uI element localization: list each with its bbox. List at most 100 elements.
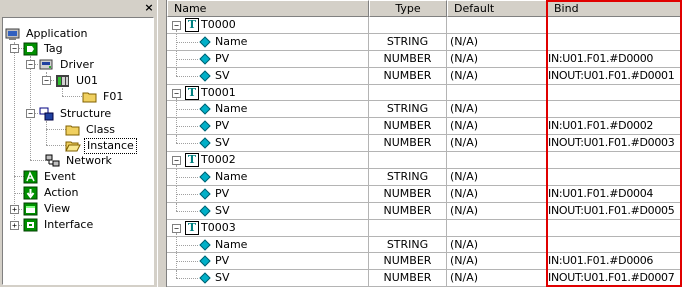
table-row[interactable]: PV NUMBER (N/A) IN:U01.F01.#D0002 [167, 118, 682, 136]
type-cell[interactable]: NUMBER [369, 50, 447, 68]
bind-cell[interactable] [547, 85, 682, 102]
tree-item-class[interactable]: Class [65, 122, 117, 138]
name-cell[interactable]: Name [167, 101, 369, 119]
table-row[interactable]: Name STRING (N/A) [167, 33, 682, 51]
bind-cell[interactable] [547, 152, 682, 170]
table-row[interactable]: SV NUMBER (N/A) INOUT:U01.F01.#D0003 [167, 135, 682, 153]
type-cell[interactable]: NUMBER [369, 253, 447, 271]
default-cell[interactable]: (N/A) [447, 67, 547, 85]
default-cell[interactable]: (N/A) [447, 169, 547, 186]
name-cell[interactable]: − T T0001 [167, 84, 369, 102]
bind-cell[interactable]: IN:U01.F01.#D0006 [547, 253, 682, 271]
bind-cell[interactable]: INOUT:U01.F01.#D0003 [547, 135, 682, 153]
bind-cell[interactable]: IN:U01.F01.#D0000 [547, 51, 682, 68]
tree-item-view[interactable]: View [23, 201, 72, 217]
column-header-name[interactable]: Name [167, 0, 369, 17]
table-row[interactable]: Name STRING (N/A) [167, 169, 682, 186]
collapse-icon[interactable]: − [172, 21, 181, 30]
default-cell[interactable]: (N/A) [447, 270, 547, 287]
collapse-icon[interactable]: − [42, 76, 51, 85]
type-cell[interactable]: NUMBER [369, 270, 447, 287]
default-cell[interactable]: (N/A) [447, 202, 547, 220]
table-row[interactable]: SV NUMBER (N/A) INOUT:U01.F01.#D0007 [167, 270, 682, 287]
name-cell[interactable]: PV [167, 253, 369, 271]
name-cell[interactable]: SV [167, 270, 369, 287]
type-cell[interactable]: NUMBER [369, 202, 447, 220]
name-cell[interactable]: SV [167, 135, 369, 153]
name-cell[interactable]: Name [167, 169, 369, 186]
collapse-icon[interactable]: − [10, 44, 19, 53]
type-cell[interactable]: STRING [369, 33, 447, 51]
tree-item-application[interactable]: Application [5, 26, 89, 42]
name-cell[interactable]: Name [167, 33, 369, 51]
bind-cell[interactable]: IN:U01.F01.#D0004 [547, 186, 682, 203]
collapse-icon[interactable]: − [172, 156, 181, 166]
tree-item-action[interactable]: Action [23, 185, 80, 201]
bind-cell[interactable] [547, 169, 682, 186]
bind-cell[interactable] [547, 220, 682, 237]
table-row[interactable]: SV NUMBER (N/A) INOUT:U01.F01.#D0001 [167, 67, 682, 85]
tree-item-interface[interactable]: Interface [23, 217, 95, 233]
group-row[interactable]: − T T0000 [167, 17, 682, 34]
bind-cell[interactable]: INOUT:U01.F01.#D0001 [547, 68, 682, 85]
table-row[interactable]: PV NUMBER (N/A) IN:U01.F01.#D0006 [167, 253, 682, 271]
table-row[interactable]: Name STRING (N/A) [167, 101, 682, 119]
table-row[interactable]: PV NUMBER (N/A) IN:U01.F01.#D0000 [167, 50, 682, 68]
project-tree[interactable]: Application − Tag − Driver − U01 F01 − S… [2, 17, 154, 285]
bind-cell[interactable]: IN:U01.F01.#D0002 [547, 118, 682, 136]
default-cell[interactable] [447, 17, 547, 34]
type-cell[interactable]: STRING [369, 169, 447, 186]
default-cell[interactable]: (N/A) [447, 118, 547, 136]
tree-item-network[interactable]: Network [45, 153, 114, 169]
name-cell[interactable]: PV [167, 185, 369, 203]
default-cell[interactable] [447, 84, 547, 102]
group-row[interactable]: − T T0001 [167, 84, 682, 102]
type-cell[interactable]: NUMBER [369, 135, 447, 153]
name-cell[interactable]: Name [167, 236, 369, 254]
group-row[interactable]: − T T0003 [167, 219, 682, 237]
name-cell[interactable]: PV [167, 118, 369, 136]
bind-cell[interactable]: INOUT:U01.F01.#D0005 [547, 203, 682, 220]
default-cell[interactable]: (N/A) [447, 50, 547, 68]
tree-item-driver[interactable]: Driver [39, 57, 96, 73]
expand-icon[interactable]: + [10, 205, 19, 214]
bind-cell[interactable] [547, 34, 682, 51]
type-cell[interactable]: STRING [369, 101, 447, 119]
default-cell[interactable]: (N/A) [447, 135, 547, 153]
column-header-bind[interactable]: Bind [547, 0, 682, 17]
type-cell[interactable] [369, 152, 447, 170]
group-row[interactable]: − T T0002 [167, 152, 682, 170]
default-cell[interactable]: (N/A) [447, 253, 547, 271]
name-cell[interactable]: SV [167, 202, 369, 220]
bind-cell[interactable] [547, 101, 682, 119]
name-cell[interactable]: SV [167, 67, 369, 85]
table-row[interactable]: SV NUMBER (N/A) INOUT:U01.F01.#D0005 [167, 202, 682, 220]
collapse-icon[interactable]: − [26, 60, 35, 69]
tree-item-structure[interactable]: Structure [39, 106, 113, 122]
type-cell[interactable]: STRING [369, 236, 447, 254]
table-row[interactable]: PV NUMBER (N/A) IN:U01.F01.#D0004 [167, 185, 682, 203]
name-cell[interactable]: − T T0003 [167, 219, 369, 237]
collapse-icon[interactable]: − [26, 109, 35, 118]
name-cell[interactable]: − T T0000 [167, 17, 369, 34]
collapse-icon[interactable]: − [172, 223, 181, 233]
default-cell[interactable]: (N/A) [447, 33, 547, 51]
type-cell[interactable]: NUMBER [369, 67, 447, 85]
close-icon[interactable]: × [143, 2, 155, 14]
default-cell[interactable]: (N/A) [447, 236, 547, 254]
tree-item-tag[interactable]: Tag [23, 41, 65, 57]
tree-item-f01[interactable]: F01 [82, 89, 125, 105]
pane-splitter[interactable] [157, 0, 165, 287]
bind-cell[interactable] [547, 17, 682, 34]
column-header-type[interactable]: Type [369, 0, 447, 17]
bind-cell[interactable]: INOUT:U01.F01.#D0007 [547, 270, 682, 287]
tree-item-u01[interactable]: U01 [55, 73, 100, 89]
type-cell[interactable] [369, 17, 447, 34]
expand-icon[interactable]: + [10, 221, 19, 230]
table-row[interactable]: Name STRING (N/A) [167, 236, 682, 254]
default-cell[interactable]: (N/A) [447, 185, 547, 203]
default-cell[interactable]: (N/A) [447, 101, 547, 119]
default-cell[interactable] [447, 219, 547, 237]
collapse-icon[interactable]: − [172, 88, 181, 98]
bind-cell[interactable] [547, 237, 682, 254]
